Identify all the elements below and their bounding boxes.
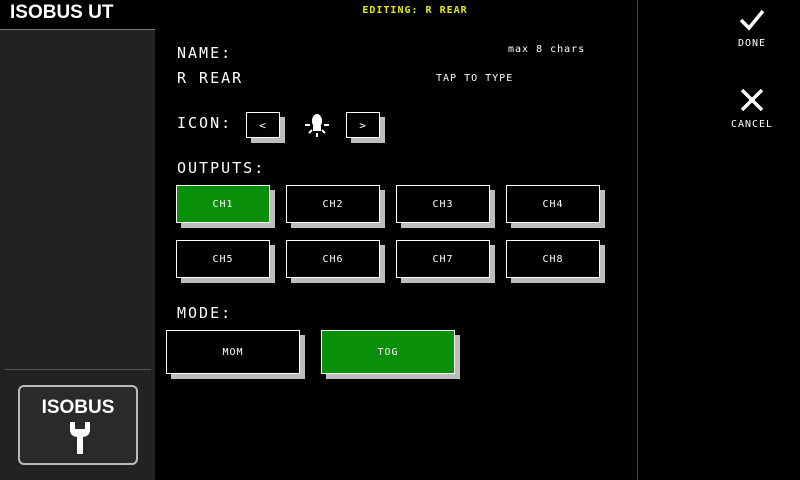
cancel-button[interactable]: CANCEL: [717, 87, 787, 130]
isobus-button[interactable]: ISOBUS: [18, 385, 138, 465]
checkmark-icon: [739, 9, 765, 31]
channel-button[interactable]: CH4: [506, 185, 600, 223]
close-icon: [740, 88, 764, 112]
right-divider: [637, 0, 638, 480]
channel-button[interactable]: CH1: [176, 185, 270, 223]
icon-label: ICON:: [177, 114, 233, 132]
mode-button-tog[interactable]: TOG: [321, 330, 455, 374]
sidebar-divider: [5, 369, 151, 370]
isobus-button-label: ISOBUS: [41, 397, 115, 418]
mode-label: MODE:: [177, 304, 233, 322]
tap-to-type-hint[interactable]: TAP TO TYPE: [436, 73, 513, 84]
mode-button-mom[interactable]: MOM: [166, 330, 300, 374]
name-value-field[interactable]: R REAR: [177, 69, 243, 87]
sidebar: ISOBUS UT ISOBUS: [0, 0, 155, 480]
editing-header: EDITING: R REAR: [362, 5, 468, 16]
cancel-label: CANCEL: [730, 119, 774, 130]
channel-button[interactable]: CH5: [176, 240, 270, 278]
channel-button[interactable]: CH7: [396, 240, 490, 278]
wrench-icon: [70, 422, 90, 454]
name-hint: max 8 chars: [508, 44, 586, 55]
app-title: ISOBUS UT: [0, 0, 155, 30]
name-label: NAME:: [177, 44, 233, 62]
channel-button[interactable]: CH2: [286, 185, 380, 223]
channel-button[interactable]: CH6: [286, 240, 380, 278]
done-button[interactable]: DONE: [717, 8, 787, 49]
channel-button[interactable]: CH3: [396, 185, 490, 223]
done-label: DONE: [737, 38, 767, 49]
icon-prev-button[interactable]: <: [246, 112, 280, 138]
channel-button[interactable]: CH8: [506, 240, 600, 278]
outputs-label: OUTPUTS:: [177, 159, 266, 177]
bulb-icon: [305, 114, 329, 137]
icon-next-button[interactable]: >: [346, 112, 380, 138]
